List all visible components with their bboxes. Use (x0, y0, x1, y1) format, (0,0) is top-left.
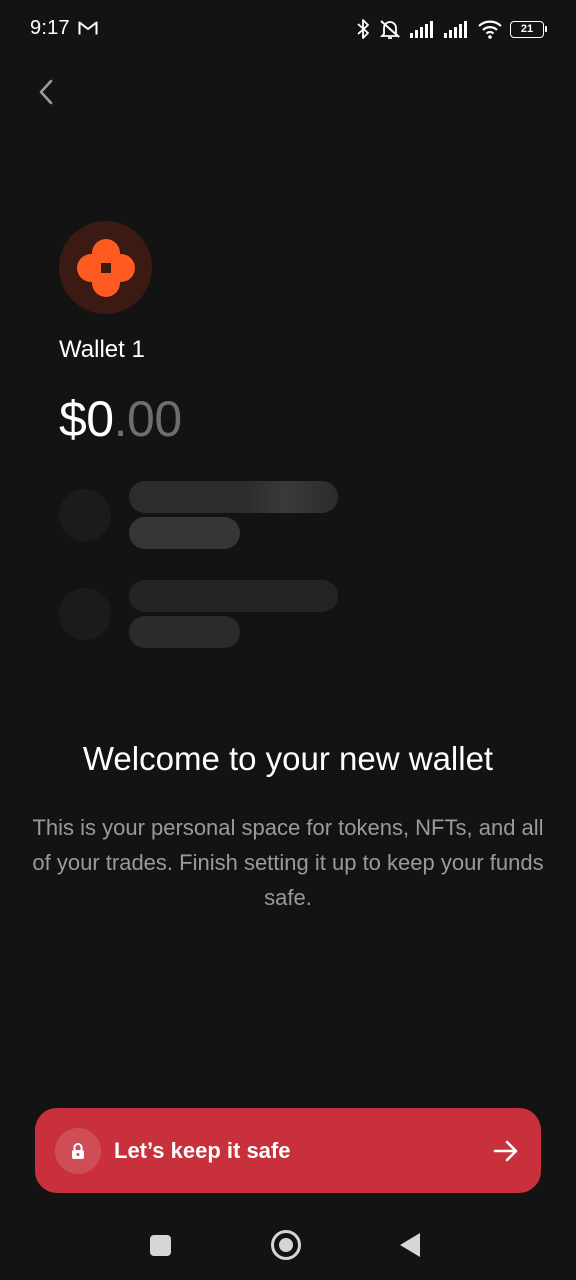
welcome-description: This is your personal space for tokens, … (32, 815, 544, 910)
skeleton-line (129, 481, 338, 513)
status-time: 9:17 (30, 17, 70, 39)
lock-badge (55, 1128, 101, 1174)
recents-button[interactable] (150, 1235, 171, 1256)
home-button[interactable] (271, 1230, 301, 1260)
lock-icon (72, 1143, 84, 1159)
screen: 9:17 21 Wallet 1 $0.00 Welcome to your n… (0, 0, 576, 1280)
skeleton-row (59, 481, 359, 551)
keep-it-safe-button[interactable]: Let’s keep it safe (35, 1108, 541, 1193)
bluetooth-icon (357, 19, 369, 39)
skeleton-avatar (59, 489, 111, 541)
welcome-title: Welcome to your new wallet (82, 740, 494, 777)
skeleton-avatar (59, 588, 111, 640)
back-button[interactable] (26, 72, 66, 112)
arrow-right-icon (493, 1140, 518, 1162)
wifi-icon (478, 20, 502, 39)
status-bar: 9:17 21 (0, 0, 576, 58)
skeleton-row (59, 580, 359, 650)
battery-icon: 21 (510, 20, 547, 38)
wallet-name: Wallet 1 (59, 336, 145, 363)
system-nav-bar (0, 1205, 576, 1280)
status-icons: 21 (356, 16, 547, 42)
back-icon (39, 79, 53, 105)
cta-label: Let’s keep it safe (114, 1138, 291, 1163)
balance-cents: .00 (113, 391, 183, 447)
skeleton-line (129, 616, 240, 648)
signal-icon-2 (444, 21, 467, 38)
wallet-avatar (59, 221, 152, 314)
wallet-logo-icon (76, 238, 135, 297)
mute-icon (379, 20, 401, 39)
balance-whole: $0 (59, 391, 114, 447)
system-back-button[interactable] (400, 1233, 420, 1257)
signal-icon (410, 21, 433, 38)
wallet-balance: $0.00 (59, 390, 182, 448)
skeleton-line (129, 517, 240, 549)
skeleton-line (129, 580, 338, 612)
gmail-icon (78, 21, 98, 35)
